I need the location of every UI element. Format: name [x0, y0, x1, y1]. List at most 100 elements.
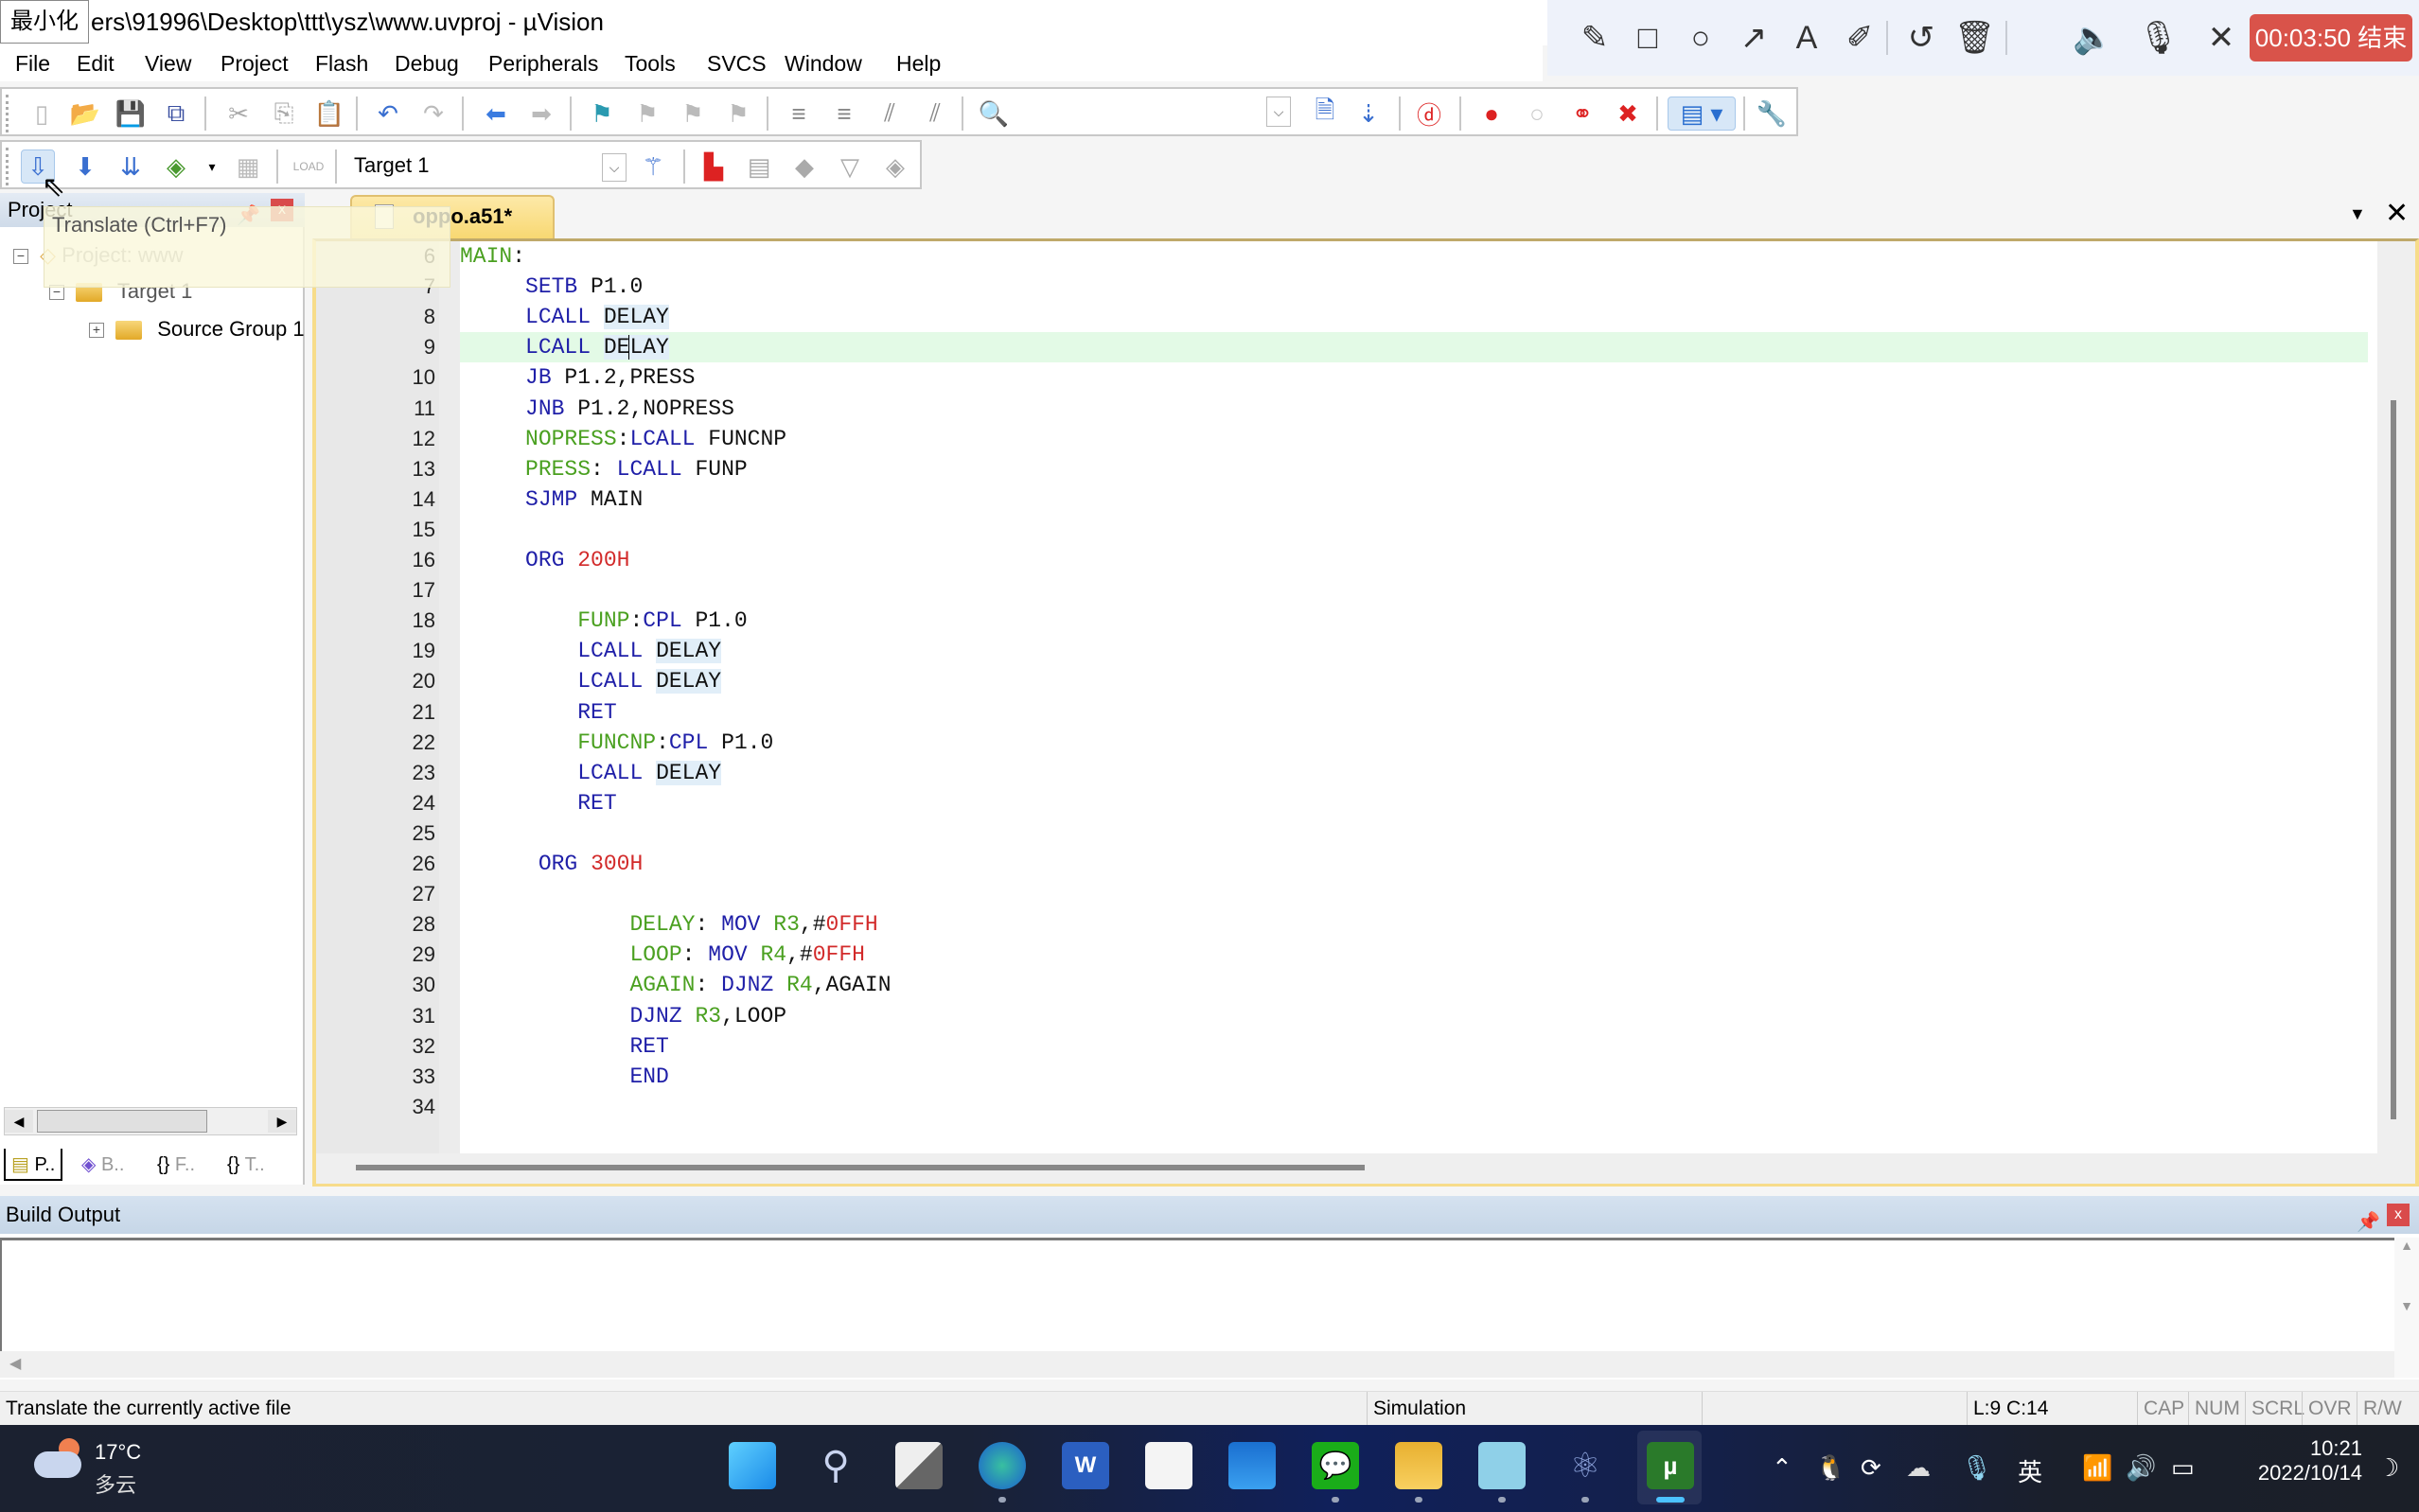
menu-window[interactable]: Window [785, 51, 862, 77]
code-line[interactable]: LCALL DELAY [460, 758, 722, 788]
code-line[interactable]: END [460, 1062, 668, 1092]
code-line[interactable]: DELAY: MOV R3,#0FFH [460, 909, 877, 940]
kill-breakpoints-icon[interactable]: ✖ [1611, 97, 1645, 131]
target-options-icon[interactable]: ⚚ [636, 149, 670, 184]
code-line[interactable]: LCALL DELAY [460, 636, 722, 666]
close-icon[interactable]: ✕ [2202, 17, 2240, 59]
navigate-forward-icon[interactable]: ➡ [524, 97, 558, 131]
indent-icon[interactable]: ≡ [782, 97, 816, 131]
insert-breakpoint-icon[interactable]: ● [1474, 97, 1509, 131]
edge-icon[interactable] [979, 1442, 1026, 1489]
code-line[interactable]: JB P1.2,PRESS [460, 362, 695, 393]
code-line[interactable]: RET [460, 697, 616, 728]
disable-breakpoints-icon[interactable]: ⚭ [1565, 97, 1599, 131]
speaker-icon[interactable]: 🔈 [2073, 17, 2112, 59]
code-line[interactable]: AGAIN: DJNZ R4,AGAIN [460, 970, 891, 1000]
collapse-icon[interactable]: − [13, 249, 28, 265]
file-explorer-icon[interactable] [1395, 1442, 1442, 1489]
tab-books[interactable]: ◈ B.. [81, 1149, 124, 1181]
unindent-icon[interactable]: ≡ [827, 97, 861, 131]
toolbar-grip[interactable] [6, 95, 9, 132]
stop-recording-button[interactable]: 00:03:50 结束 [2250, 14, 2412, 62]
comment-icon[interactable]: ⫽ [873, 97, 907, 131]
show-hidden-icons-icon[interactable]: ⌃ [1772, 1453, 1792, 1483]
enable-breakpoint-icon[interactable]: ○ [1520, 97, 1554, 131]
circle-icon[interactable]: ○ [1682, 17, 1720, 59]
clock[interactable]: 10:21 2022/10/14 [2234, 1436, 2362, 1486]
bookmark-icon[interactable]: ⚑ [585, 97, 619, 131]
configure-icon[interactable]: 🔧 [1755, 97, 1789, 131]
code-editor[interactable]: 6789101112131415161718192021222324252627… [312, 238, 2419, 1187]
scrollbar-thumb[interactable] [2391, 400, 2396, 1119]
code-line[interactable]: LCALL DELAY [460, 666, 722, 696]
focus-assist-moon-icon[interactable]: ☽ [2377, 1453, 2399, 1483]
weather-widget[interactable] [34, 1438, 91, 1484]
scrollbar-thumb[interactable] [37, 1110, 207, 1133]
close-tab-icon[interactable]: ✕ [2385, 197, 2409, 230]
window-layout-dropdown[interactable]: ▤ ▾ [1668, 97, 1736, 131]
tab-list-dropdown-icon[interactable]: ▼ [2349, 204, 2366, 224]
open-file-icon[interactable]: 📂 [68, 97, 102, 131]
text-icon[interactable]: A [1788, 17, 1826, 59]
paste-icon[interactable]: 📋 [312, 97, 346, 131]
copy-icon[interactable]: ⎘ [267, 97, 301, 131]
stop-build-icon[interactable]: ▦ [231, 149, 265, 184]
editor-vertical-scrollbar[interactable] [2377, 241, 2415, 1153]
debug-session-icon[interactable]: ⓓ [1412, 97, 1446, 131]
code-line[interactable]: LCALL DELAY [460, 332, 669, 362]
code-line[interactable]: LOOP: MOV R4,#0FFH [460, 940, 865, 970]
navigate-back-icon[interactable]: ⬅ [479, 97, 513, 131]
pin-icon[interactable]: 📌 [2357, 1204, 2380, 1241]
code-line[interactable]: SJMP MAIN [460, 484, 643, 515]
onedrive-icon[interactable]: ☁ [1906, 1453, 1931, 1483]
menu-debug[interactable]: Debug [395, 51, 459, 77]
code-line[interactable]: ORG 300H [460, 849, 643, 879]
menu-svcs[interactable]: SVCS [707, 51, 767, 77]
qq-icon[interactable]: 🐧 [1815, 1453, 1845, 1483]
menu-flash[interactable]: Flash [315, 51, 368, 77]
next-bookmark-icon[interactable]: ⚑ [676, 97, 710, 131]
microphone-icon[interactable]: 🎙 [1961, 1453, 1992, 1483]
select-software-packs-icon[interactable]: ▽ [833, 149, 867, 184]
keil-uvision-icon[interactable]: µ [1647, 1442, 1694, 1489]
microphone-icon[interactable]: 🎙 [2138, 17, 2179, 59]
build-icon[interactable]: ⬇ [68, 149, 102, 184]
volume-icon[interactable]: 🔊 [2126, 1453, 2156, 1483]
rectangle-icon[interactable]: □ [1629, 17, 1667, 59]
store-icon[interactable] [1145, 1442, 1192, 1489]
save-icon[interactable]: 💾 [114, 97, 148, 131]
batch-build-dropdown[interactable]: ▾ [195, 149, 229, 184]
undo-icon[interactable]: ↶ [371, 97, 405, 131]
code-line[interactable]: NOPRESS:LCALL FUNCNP [460, 424, 786, 454]
scroll-right-icon[interactable]: ▶ [268, 1110, 296, 1133]
battery-icon[interactable]: ▭ [2171, 1453, 2195, 1483]
download-icon[interactable]: LOAD [291, 149, 326, 184]
start-button[interactable] [729, 1442, 776, 1489]
wifi-icon[interactable]: 📶 [2082, 1453, 2112, 1483]
find-in-files-icon[interactable]: 🔍 [977, 97, 1011, 131]
toolbar-grip[interactable] [6, 148, 9, 185]
ime-indicator[interactable]: 英 [2018, 1453, 2042, 1488]
menu-project[interactable]: Project [221, 51, 289, 77]
target-select[interactable]: Target 1 ⌵ [343, 146, 627, 185]
expand-icon[interactable]: + [89, 323, 104, 339]
code-line[interactable]: RET [460, 1031, 668, 1062]
code-line[interactable]: FUNCNP:CPL P1.0 [460, 728, 773, 758]
tab-templates[interactable]: {} T.. [227, 1149, 265, 1181]
cut-icon[interactable]: ✂ [221, 97, 256, 131]
mail-icon[interactable] [1228, 1442, 1276, 1489]
sync-icon[interactable]: ⟳ [1861, 1453, 1881, 1483]
editor-horizontal-scrollbar[interactable] [316, 1153, 2415, 1184]
build-output-horizontal-scrollbar[interactable]: ◀ [0, 1351, 2394, 1378]
menu-tools[interactable]: Tools [625, 51, 676, 77]
manage-rte-icon[interactable]: ◆ [787, 149, 821, 184]
build-output-vertical-scrollbar[interactable]: ▲ ▼ [2394, 1238, 2419, 1378]
redo-icon[interactable]: ↷ [416, 97, 450, 131]
atom-app-icon[interactable]: ⚛ [1562, 1442, 1609, 1489]
code-line[interactable]: SETB P1.0 [460, 272, 643, 302]
undo-icon[interactable]: ↺ [1902, 17, 1940, 59]
menu-help[interactable]: Help [896, 51, 941, 77]
word-icon[interactable]: W [1062, 1442, 1109, 1489]
prev-bookmark-icon[interactable]: ⚑ [630, 97, 664, 131]
wechat-icon[interactable]: 💬 [1312, 1442, 1359, 1489]
